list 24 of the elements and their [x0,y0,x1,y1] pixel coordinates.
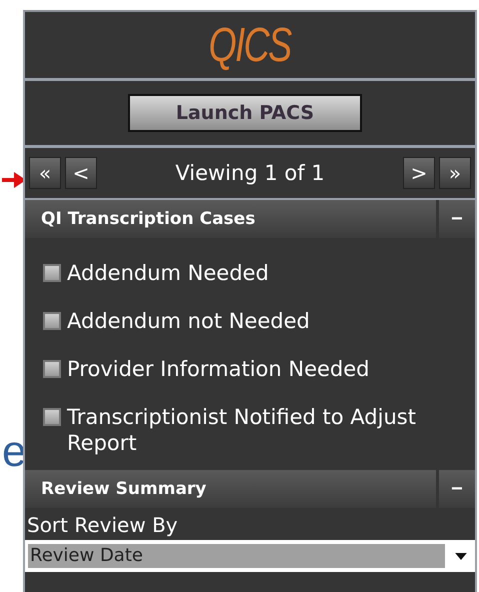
collapse-button[interactable]: − [439,200,475,238]
checkbox-label: Transcriptionist Notified to Adjust Report [67,404,417,456]
section-header: Review Summary [25,470,436,508]
last-page-button[interactable]: » [439,157,471,189]
slide-text: e [2,430,26,474]
next-page-button[interactable]: > [403,157,435,189]
checkbox[interactable] [43,408,61,426]
sort-dropdown[interactable]: Review Date [25,540,475,572]
checkbox-label: Addendum Needed [67,260,269,286]
first-page-button[interactable]: « [29,157,61,189]
checkbox-label: Addendum not Needed [67,308,310,334]
caret-icon [455,552,467,560]
arrow-icon [2,170,26,190]
sort-label: Sort Review By [26,512,179,538]
checkbox-label: Provider Information Needed [67,356,370,382]
launch-button[interactable]: Launch PACS [128,94,362,132]
page-status: Viewing 1 of 1 [174,161,326,185]
checkbox[interactable] [43,312,61,330]
previous-page-button[interactable]: < [65,157,97,189]
section-header: QI Transcription Cases [25,200,436,238]
checkbox[interactable] [43,360,61,378]
collapse-button[interactable]: − [439,470,475,508]
logo: QICS [208,18,291,72]
checkbox[interactable] [43,264,61,282]
